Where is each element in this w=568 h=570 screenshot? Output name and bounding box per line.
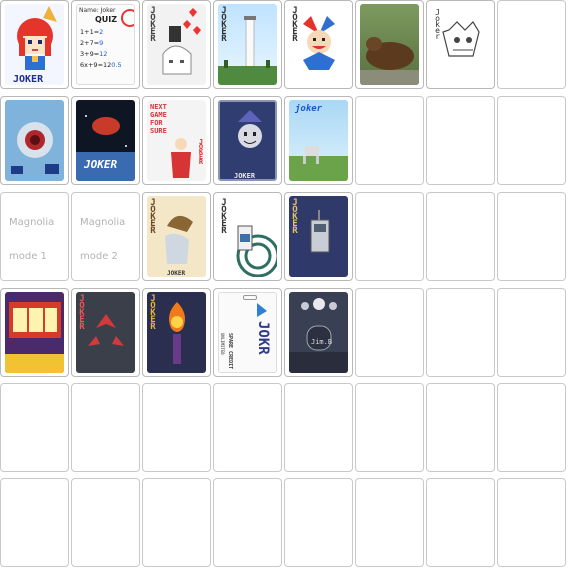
quiz-line: 6x+9=120.5: [80, 61, 122, 69]
card-slot-r4c3[interactable]: JOKER: [142, 288, 211, 377]
card-slot-empty[interactable]: [284, 478, 353, 567]
card-joker-ghost: JOKER JOKER: [147, 196, 206, 277]
card-slot-empty[interactable]: [497, 383, 566, 472]
card-title: JOKER: [148, 294, 158, 329]
card-joker-coffee: JOKER: [218, 196, 277, 277]
grade-circle-icon: [121, 9, 134, 27]
card-slot-empty[interactable]: [355, 478, 424, 567]
card-slot-r4c2[interactable]: JOKER: [71, 288, 140, 377]
grave-sign: Jim.B: [311, 338, 333, 346]
card-slot-r1c3[interactable]: JOKER: [142, 0, 211, 89]
card-title: JOKER: [219, 198, 229, 233]
card-title: JOKER: [290, 6, 300, 41]
card-joker-frame: JOKER: [218, 100, 277, 181]
card-slot-empty[interactable]: [284, 383, 353, 472]
card-slot-r4c5[interactable]: Jim.B: [284, 288, 353, 377]
card-joker-sketch: Joker: [431, 4, 490, 85]
card-slot-empty[interactable]: [213, 478, 282, 567]
quiz-title: QUIZ: [95, 15, 118, 24]
quiz-name-label: Name: Joker: [79, 7, 116, 14]
card-slot-empty[interactable]: [213, 383, 282, 472]
card-slot-empty[interactable]: [426, 192, 495, 281]
card-collection-grid: JOKER Name: Joker QUIZ 1+1=2 2+7=9 3+9=1…: [0, 0, 568, 570]
card-joker-jester: JOKER: [289, 4, 348, 85]
card-slot-empty[interactable]: [426, 96, 495, 185]
card-bottom-title: JOKER: [167, 270, 186, 277]
card-title: JOKER: [148, 198, 158, 233]
card-title: JOKER: [219, 6, 229, 41]
card-headline: NEXT GAME FOR SURE: [150, 103, 167, 135]
card-grave-moon: Jim.B: [289, 292, 348, 373]
card-slot-r2c2[interactable]: JOKER: [71, 96, 140, 185]
card-title: JOKER: [234, 172, 256, 180]
quiz-line: 1+1=2: [80, 28, 104, 36]
card-title: JOKER: [77, 294, 87, 329]
magnolia-label: Magnolia: [80, 217, 126, 228]
card-slot-r4c1[interactable]: [0, 288, 69, 377]
card-title: joker: [295, 104, 323, 114]
card-next-game: NEXT GAME FOR SURE JOKER: [147, 100, 206, 181]
card-slot-r2c4[interactable]: JOKER: [213, 96, 282, 185]
card-joker-cat: JOKER: [147, 4, 206, 85]
card-slot-r3c5[interactable]: JOKER: [284, 192, 353, 281]
card-title: Joker: [433, 8, 442, 38]
card-slot-r1c4[interactable]: JOKER: [213, 0, 282, 89]
card-slot-empty[interactable]: [426, 478, 495, 567]
card-slot-r1c5[interactable]: JOKER: [284, 0, 353, 89]
card-slot-r4c4[interactable]: SPARE CREDIT UNLIMITED JOKR: [213, 288, 282, 377]
card-slot-r3c1[interactable]: Magnolia mode 1: [0, 192, 69, 281]
mode-label: mode 2: [80, 251, 118, 262]
card-title: JOKER: [148, 6, 158, 41]
card-slot-r3c2[interactable]: Magnolia mode 2: [71, 192, 140, 281]
card-slot-r2c5[interactable]: joker: [284, 96, 353, 185]
card-joker-hands: JOKER: [76, 292, 135, 373]
card-jokr-credit: SPARE CREDIT UNLIMITED JOKR: [218, 292, 277, 373]
mode-label: mode 1: [9, 251, 47, 262]
card-shark-mouth: [5, 100, 64, 181]
card-title: JOKER: [84, 158, 118, 171]
card-slot-empty[interactable]: [497, 478, 566, 567]
magnolia-label: Magnolia: [9, 217, 55, 228]
card-slot-machine: [5, 292, 64, 373]
card-slot-r1c2[interactable]: Name: Joker QUIZ 1+1=2 2+7=9 3+9=12 6x+9…: [71, 0, 140, 89]
card-title: JOKER: [13, 74, 44, 85]
card-slot-r2c3[interactable]: NEXT GAME FOR SURE JOKER: [142, 96, 211, 185]
card-sea-lion: [360, 4, 419, 85]
card-joker-goat: joker: [289, 100, 348, 181]
card-slot-r1c7[interactable]: Joker: [426, 0, 495, 89]
card-title: JOKER: [290, 198, 300, 233]
card-slot-empty[interactable]: [497, 192, 566, 281]
card-slot-empty[interactable]: [497, 0, 566, 89]
card-slot-empty[interactable]: [142, 478, 211, 567]
card-slot-r2c1[interactable]: [0, 96, 69, 185]
quiz-line: 3+9=12: [80, 50, 108, 58]
card-slot-r3c4[interactable]: JOKER: [213, 192, 282, 281]
card-slot-empty[interactable]: [355, 96, 424, 185]
card-joker-space: JOKER: [76, 100, 135, 181]
card-slot-r1c1[interactable]: JOKER: [0, 0, 69, 89]
card-slot-r1c6[interactable]: [355, 0, 424, 89]
card-slot-empty[interactable]: [497, 96, 566, 185]
card-quiz-paper: Name: Joker QUIZ 1+1=2 2+7=9 3+9=12 6x+9…: [76, 4, 135, 85]
card-slot-empty[interactable]: [71, 383, 140, 472]
card-slot-empty[interactable]: [497, 288, 566, 377]
card-joker-flame: JOKER: [147, 292, 206, 373]
card-slot-empty[interactable]: [426, 383, 495, 472]
card-joker-radio: JOKER: [289, 196, 348, 277]
quiz-line: 2+7=9: [80, 39, 104, 47]
card-slot-r3c3[interactable]: JOKER JOKER: [142, 192, 211, 281]
card-slot-empty[interactable]: [0, 478, 69, 567]
card-brand: JOKR: [255, 321, 271, 355]
card-slot-empty[interactable]: [355, 383, 424, 472]
quiz-questions: 1+1=2 2+7=9 3+9=12 6x+9=120.5: [80, 27, 122, 71]
card-slot-empty[interactable]: [355, 192, 424, 281]
card-joker-girl: JOKER: [5, 4, 64, 85]
card-slot-empty[interactable]: [355, 288, 424, 377]
card-joker-tower: JOKER: [218, 4, 277, 85]
card-slot-empty[interactable]: [142, 383, 211, 472]
card-slot-empty[interactable]: [71, 478, 140, 567]
card-side-title: JOKER: [197, 138, 205, 163]
card-slot-empty[interactable]: [0, 383, 69, 472]
card-slot-empty[interactable]: [426, 288, 495, 377]
